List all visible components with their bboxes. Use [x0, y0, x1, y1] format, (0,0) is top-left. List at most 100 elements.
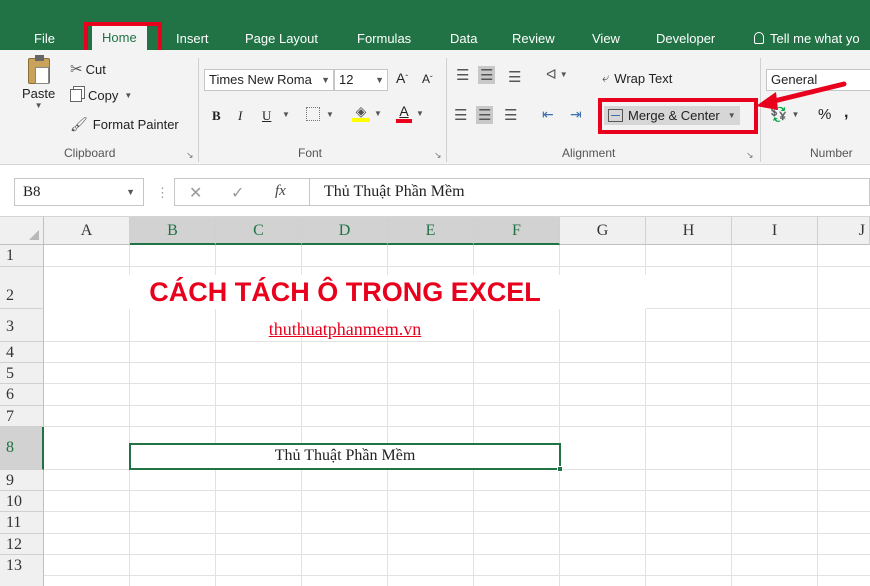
tab-insert[interactable]: Insert: [176, 27, 209, 50]
decrease-font-size-button[interactable]: Aˇ: [422, 72, 433, 86]
row-header-2[interactable]: 2: [0, 267, 44, 309]
link-cell[interactable]: thuthuatphanmem.vn: [44, 317, 646, 341]
name-box[interactable]: B8 ▼: [14, 178, 144, 206]
tab-formulas[interactable]: Formulas: [357, 27, 411, 50]
row-header-11[interactable]: 11: [0, 512, 44, 534]
number-group-label: Number: [810, 146, 853, 160]
dialog-launcher-icon[interactable]: ↘: [746, 150, 754, 161]
tab-file[interactable]: File: [34, 27, 55, 50]
row-header-13[interactable]: 13: [0, 555, 44, 586]
align-left-icon[interactable]: ☰: [454, 106, 467, 124]
worksheet-grid[interactable]: A B C D E F G H I J 1 2 3 4 5 6 7 8 9 10…: [0, 217, 870, 586]
row-header-8[interactable]: 8: [0, 427, 44, 470]
tab-data[interactable]: Data: [450, 27, 477, 50]
column-header-h[interactable]: H: [646, 217, 732, 245]
lightbulb-icon: [754, 32, 764, 44]
align-bottom-icon[interactable]: ☰: [508, 68, 521, 86]
row-header-4[interactable]: 4: [0, 342, 44, 363]
tell-me-box[interactable]: Tell me what yo: [754, 27, 860, 50]
enter-icon[interactable]: ✓: [231, 183, 244, 203]
gridline: [44, 341, 870, 342]
fill-color-button[interactable]: ◈ ▼: [352, 104, 382, 122]
fill-handle[interactable]: [557, 466, 563, 472]
orientation-icon[interactable]: ᐊ ▼: [546, 66, 568, 83]
chevron-down-icon[interactable]: ▼: [282, 110, 290, 119]
chevron-down-icon: ▼: [124, 91, 133, 100]
tab-developer[interactable]: Developer: [656, 27, 715, 50]
paste-button[interactable]: Paste ▼: [22, 55, 55, 110]
font-name-dropdown[interactable]: Times New Roma ▼: [204, 69, 334, 91]
underline-button[interactable]: U: [262, 108, 271, 124]
column-header-b[interactable]: B: [130, 217, 216, 245]
gridline: [44, 426, 870, 427]
dialog-launcher-icon[interactable]: ↘: [434, 150, 442, 161]
row-header-3[interactable]: 3: [0, 309, 44, 342]
gridline: [44, 383, 870, 384]
column-header-e[interactable]: E: [388, 217, 474, 245]
chevron-down-icon: ▼: [375, 75, 384, 85]
copy-button[interactable]: Copy ▼: [70, 88, 132, 103]
formula-buttons: ✕ ✓ fx: [174, 178, 310, 206]
group-divider: [198, 58, 199, 162]
bold-button[interactable]: B: [212, 108, 221, 124]
tab-page-layout[interactable]: Page Layout: [245, 27, 318, 50]
row-header-6[interactable]: 6: [0, 384, 44, 406]
select-all-button[interactable]: [0, 217, 44, 245]
row-header-9[interactable]: 9: [0, 470, 44, 491]
gridline: [817, 245, 818, 586]
gridline: [731, 245, 732, 586]
group-divider: [446, 58, 447, 162]
selected-cell-b8[interactable]: Thủ Thuật Phần Mềm: [129, 443, 561, 470]
gridline: [44, 266, 870, 267]
dialog-launcher-icon[interactable]: ↘: [186, 150, 194, 161]
row-header-10[interactable]: 10: [0, 491, 44, 512]
row-header-5[interactable]: 5: [0, 363, 44, 384]
tab-review[interactable]: Review: [512, 27, 555, 50]
clipboard-group-label: Clipboard: [64, 146, 116, 160]
chevron-down-icon: ▼: [126, 187, 135, 197]
column-header-d[interactable]: D: [302, 217, 388, 245]
column-header-g[interactable]: G: [560, 217, 646, 245]
chevron-down-icon: ▼: [321, 75, 330, 85]
gridline: [44, 575, 870, 576]
borders-icon: [306, 107, 320, 121]
clipboard-icon: [27, 55, 50, 84]
column-header-f[interactable]: F: [474, 217, 560, 245]
format-painter-button[interactable]: 🖌 Format Painter: [70, 116, 179, 133]
formula-input[interactable]: Thủ Thuật Phần Mềm: [309, 178, 870, 206]
borders-button[interactable]: ▼: [306, 107, 334, 121]
column-header-i[interactable]: I: [732, 217, 818, 245]
font-size-dropdown[interactable]: 12 ▼: [334, 69, 388, 91]
tab-view[interactable]: View: [592, 27, 620, 50]
column-header-a[interactable]: A: [44, 217, 130, 245]
increase-font-size-button[interactable]: Aˆ: [396, 70, 408, 86]
italic-button[interactable]: I: [238, 108, 242, 124]
row-header-12[interactable]: 12: [0, 534, 44, 555]
cut-button[interactable]: ✂ Cut: [70, 60, 106, 78]
wrap-text-button[interactable]: ⤶ Wrap Text: [602, 70, 672, 86]
paint-bucket-icon: ◈: [352, 104, 370, 122]
grip-dots-icon: ⋮: [156, 185, 169, 200]
increase-indent-icon[interactable]: ⇥: [570, 106, 582, 123]
column-header-j[interactable]: J: [818, 217, 870, 245]
insert-function-icon[interactable]: fx: [275, 183, 286, 200]
align-right-icon[interactable]: ☰: [504, 106, 517, 124]
title-cell[interactable]: CÁCH TÁCH Ô TRONG EXCEL: [44, 275, 646, 309]
decrease-indent-icon[interactable]: ⇤: [542, 106, 554, 123]
align-top-icon[interactable]: ☰: [456, 66, 469, 84]
row-header-1[interactable]: 1: [0, 245, 44, 267]
chevron-down-icon: ▼: [326, 109, 334, 119]
cancel-icon[interactable]: ✕: [189, 183, 202, 203]
formula-bar: B8 ▼ ⋮ ✕ ✓ fx Thủ Thuật Phần Mềm: [0, 165, 870, 217]
font-color-button[interactable]: A ▼: [396, 104, 424, 123]
gridline: [44, 362, 870, 363]
font-group-label: Font: [298, 146, 323, 160]
row-header-7[interactable]: 7: [0, 406, 44, 427]
align-middle-icon[interactable]: ☰: [478, 66, 496, 84]
align-center-icon[interactable]: ☰: [476, 106, 494, 124]
copy-icon: [70, 89, 82, 102]
gridline: [44, 490, 870, 491]
scissors-icon: ✂: [70, 61, 83, 78]
column-header-c[interactable]: C: [216, 217, 302, 245]
format-painter-icon: 🖌: [70, 116, 88, 132]
